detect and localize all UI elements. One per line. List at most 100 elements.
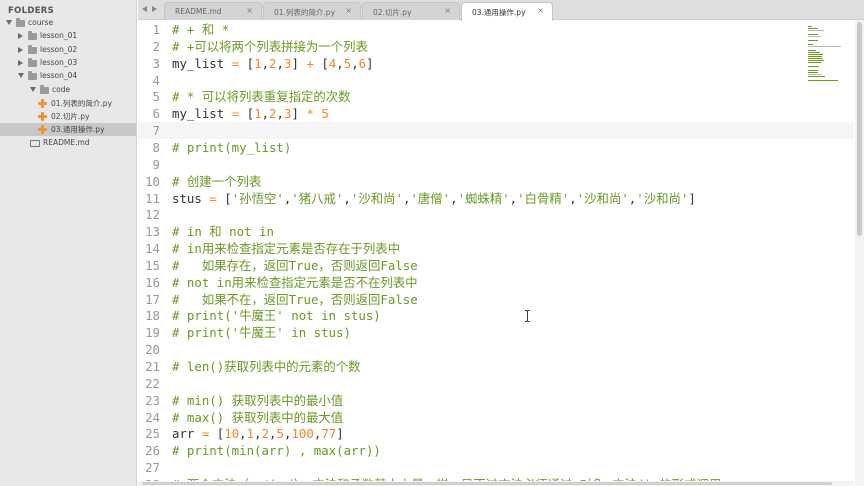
code-token: 1: [246, 426, 255, 442]
tree-item[interactable]: 01.列表的简介.py: [0, 97, 136, 110]
tree-item[interactable]: lesson_01: [0, 30, 136, 43]
code-line[interactable]: 4: [138, 72, 854, 89]
sidebar-title: FOLDERS: [8, 6, 55, 16]
tab-label: 01.列表的简介.py: [274, 8, 336, 17]
close-icon[interactable]: ×: [246, 6, 253, 15]
triangle-left-icon[interactable]: [142, 6, 147, 12]
code-token: ,: [269, 426, 277, 442]
tab-bar: README.md × 01.列表的简介.py × 02.切片.py × 03.通用操作.p…: [138, 0, 864, 21]
code-token: ,: [276, 55, 284, 71]
disclosure-closed-icon[interactable]: [18, 46, 23, 53]
triangle-right-icon[interactable]: [152, 6, 157, 12]
tree-item[interactable]: 03.通用操作.py: [0, 123, 136, 137]
line-number: 13: [145, 224, 160, 240]
code-line[interactable]: 2 # +可以将两个列表拼接为一个列表: [138, 38, 854, 55]
code-line[interactable]: 5 # * 可以将列表重复指定的次数: [138, 88, 854, 105]
code-token: 2: [269, 55, 277, 71]
code-text: # * 可以将列表重复指定的次数: [172, 88, 351, 105]
line-number: 9: [152, 156, 160, 172]
horizontal-scrollbar[interactable]: [138, 481, 854, 486]
tree-item[interactable]: 02.切片.py: [0, 110, 136, 123]
line-number: 19: [145, 325, 160, 341]
code-line[interactable]: 27: [138, 459, 854, 476]
disclosure-open-icon[interactable]: [18, 73, 24, 79]
code-token: # in用来检查指定元素是否存在于列表中: [172, 241, 401, 257]
code-text: my_list = [1,2,3] + [4,5,6]: [172, 55, 374, 72]
tree-item-label: 02.切片.py: [51, 112, 90, 122]
line-number: 7: [152, 123, 160, 139]
line-number: 14: [145, 241, 160, 257]
horizontal-scrollbar-thumb[interactable]: [142, 482, 832, 485]
code-line[interactable]: 22: [138, 375, 854, 392]
code-token: ,: [239, 426, 247, 442]
tree-item[interactable]: code: [0, 84, 136, 97]
code-line[interactable]: 7: [138, 122, 854, 140]
code-line[interactable]: 10 # 创建一个列表: [138, 173, 854, 190]
vertical-scrollbar-thumb[interactable]: [857, 22, 862, 236]
code-token: ,: [450, 190, 458, 206]
code-text: # in用来检查指定元素是否存在于列表中: [172, 240, 400, 257]
disclosure-closed-icon[interactable]: [18, 59, 23, 66]
tree-item[interactable]: course: [0, 17, 136, 30]
vertical-scrollbar[interactable]: [855, 20, 864, 486]
code-line[interactable]: 20: [138, 341, 854, 358]
minimap-line: [808, 26, 813, 27]
code-line[interactable]: 26 # print(min(arr) , max(arr)): [138, 442, 854, 459]
sidebar: FOLDERS course lesson_01 lesson_02 lesson_0…: [0, 0, 137, 486]
minimap-line: [808, 52, 820, 53]
minimap[interactable]: [800, 20, 854, 486]
close-icon[interactable]: ×: [444, 6, 451, 15]
code-line[interactable]: 12: [138, 206, 854, 223]
code-line[interactable]: 8 # print(my_list): [138, 139, 854, 156]
disclosure-open-icon[interactable]: [6, 20, 12, 25]
code-line[interactable]: 6 my_list = [1,2,3] * 5: [138, 105, 854, 122]
disclosure-closed-icon[interactable]: [18, 33, 23, 40]
code-line[interactable]: 21 # len()获取列表中的元素的个数: [138, 358, 854, 375]
code-line[interactable]: 15 # 如果存在，返回True，否则返回False: [138, 257, 854, 274]
disclosure-open-icon[interactable]: [30, 86, 36, 92]
tree-item[interactable]: lesson_03: [0, 57, 136, 70]
code-line[interactable]: 11 stus = ['孙悟空','猪八戒','沙和尚','唐僧','蜘蛛精','…: [138, 190, 854, 207]
code-token: ,: [261, 55, 270, 71]
code-line[interactable]: 19 # print('牛魔王' in stus): [138, 324, 854, 341]
code-line[interactable]: 16 # not in用来检查指定元素是否不在列表中: [138, 274, 854, 291]
minimap-line: [808, 50, 816, 51]
folder-icon: [28, 44, 37, 54]
code-token: ,: [254, 426, 262, 442]
tab[interactable]: 02.切片.py ×: [362, 2, 460, 20]
code-text: # in 和 not in: [172, 223, 274, 240]
minimap-line: [808, 74, 822, 75]
line-number: 10: [145, 173, 160, 189]
code-line[interactable]: 3 my_list = [1,2,3] + [4,5,6]: [138, 55, 854, 72]
code-line[interactable]: 14 # in用来检查指定元素是否存在于列表中: [138, 240, 854, 257]
code-text: # 如果不在，返回True，否则返回False: [172, 291, 418, 308]
code-line[interactable]: 23 # min() 获取列表中的最小值: [138, 392, 854, 409]
code-line[interactable]: 17 # 如果不在，返回True，否则返回False: [138, 291, 854, 308]
code-line[interactable]: 24 # max() 获取列表中的最大值: [138, 409, 854, 426]
code-token: +: [306, 55, 314, 71]
code-line[interactable]: 13 # in 和 not in: [138, 223, 854, 240]
folder-icon: [40, 84, 49, 94]
code-line[interactable]: 25 arr = [10,1,2,5,100,77]: [138, 425, 854, 442]
line-number: 23: [145, 392, 160, 408]
code-line[interactable]: 1 # + 和 *: [138, 21, 854, 38]
minimap-line: [808, 34, 818, 35]
tree-item[interactable]: lesson_02: [0, 44, 136, 57]
line-number: 3: [152, 55, 160, 71]
tree-item[interactable]: README.md: [0, 137, 136, 150]
tree-item[interactable]: lesson_04: [0, 70, 136, 83]
minimap-line: [808, 76, 825, 77]
line-number: 4: [152, 72, 160, 88]
code-line[interactable]: 18 # print('牛魔王' not in stus): [138, 307, 854, 324]
code-editor[interactable]: 1 # + 和 * 2 # +可以将两个列表拼接为一个列表 3 my_list = [1,…: [138, 20, 854, 486]
tab[interactable]: 03.通用操作.py ×: [461, 2, 553, 21]
code-text: # + 和 *: [172, 21, 229, 38]
tab[interactable]: 01.列表的简介.py ×: [263, 2, 361, 20]
close-icon[interactable]: ×: [345, 6, 352, 15]
code-line[interactable]: 9: [138, 156, 854, 173]
close-icon[interactable]: ×: [537, 6, 544, 15]
tab[interactable]: README.md ×: [164, 2, 262, 20]
code-token: '蜘蛛精': [457, 190, 510, 206]
